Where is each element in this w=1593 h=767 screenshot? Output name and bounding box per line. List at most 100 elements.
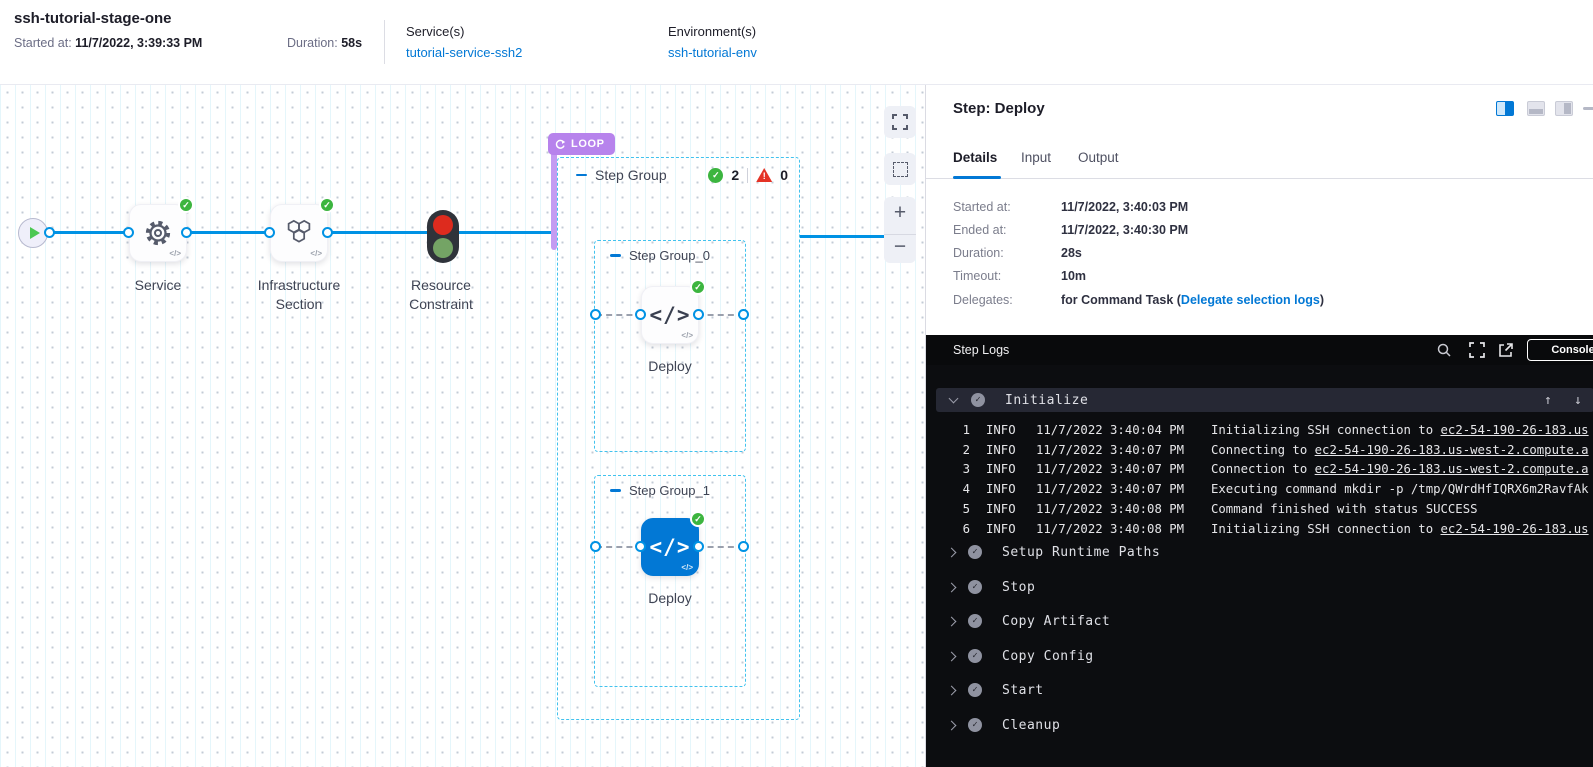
chevron-right-icon[interactable]: [947, 651, 957, 661]
edge-connector[interactable]: [635, 541, 646, 552]
log-host-link[interactable]: ec2-54-190-26-183.us-west-2.compute.a: [1315, 443, 1589, 457]
step-group-1-box[interactable]: [594, 475, 746, 687]
line-number: 4: [954, 482, 970, 496]
step-group-0-header[interactable]: Step Group_0: [610, 248, 710, 263]
edge-connector[interactable]: [590, 541, 601, 552]
detail-row-duration: Duration:28s: [953, 246, 1573, 260]
step-group-0-box[interactable]: [594, 240, 746, 452]
expand-logs-icon[interactable]: [1469, 342, 1485, 358]
chevron-right-icon[interactable]: [947, 582, 957, 592]
log-success-icon: ✓: [968, 683, 982, 697]
step-group-1-label: Step Group_1: [629, 483, 710, 498]
search-icon[interactable]: [1436, 342, 1452, 358]
edge-connector[interactable]: [590, 309, 601, 320]
edge-connector[interactable]: [738, 541, 749, 552]
log-group-copy-config[interactable]: ✓ Copy Config 4: [936, 644, 1593, 668]
line-number: 3: [954, 462, 970, 476]
collapse-minus-icon[interactable]: [610, 254, 621, 257]
node-label-infrastructure: Infrastructure Section: [239, 276, 359, 314]
scroll-down-icon[interactable]: ↓: [1574, 393, 1582, 408]
pipeline-graph-canvas[interactable]: ✓ </> Service ✓ </> Infrastructure Secti…: [0, 85, 925, 767]
chevron-right-icon[interactable]: [947, 685, 957, 695]
marquee-select-button[interactable]: [884, 153, 916, 185]
log-group-stop[interactable]: ✓ Stop 1: [936, 575, 1593, 599]
layout-bottom-view-button[interactable]: [1527, 101, 1545, 116]
log-group-cleanup[interactable]: ✓ Cleanup 1: [936, 713, 1593, 737]
stage-name: ssh-tutorial-stage-one: [14, 10, 172, 27]
chevron-right-icon[interactable]: [947, 720, 957, 730]
line-number: 5: [954, 502, 970, 516]
log-message: Initializing SSH connection to: [1211, 522, 1441, 536]
tab-input[interactable]: Input: [1021, 150, 1051, 165]
node-resource-constraint[interactable]: [427, 210, 459, 263]
log-message: Initializing SSH connection to: [1211, 423, 1441, 437]
success-count: 2: [731, 167, 739, 183]
edge-connector[interactable]: [693, 541, 704, 552]
log-host-link[interactable]: ec2-54-190-26-183.us: [1441, 522, 1589, 536]
stage-duration: Duration: 58s: [287, 36, 362, 50]
log-group-start[interactable]: ✓ Start 1: [936, 678, 1593, 702]
node-service[interactable]: ✓ </>: [129, 204, 187, 262]
chevron-right-icon[interactable]: [947, 547, 957, 557]
traffic-green-icon: [433, 238, 453, 258]
started-value: 11/7/2022, 3:39:33 PM: [75, 36, 202, 50]
console-view-button[interactable]: Console View: [1527, 339, 1593, 361]
detail-row-delegates: Delegates:for Command Task (Delegate sel…: [953, 293, 1573, 307]
log-group-name: Initialize: [1005, 393, 1088, 408]
step-group-header[interactable]: Step Group ✓ 2 0: [576, 167, 788, 183]
log-host-link[interactable]: ec2-54-190-26-183.us: [1441, 423, 1589, 437]
log-success-icon: ✓: [968, 614, 982, 628]
tab-output[interactable]: Output: [1078, 150, 1119, 165]
edge-connector[interactable]: [264, 227, 275, 238]
zoom-out-button[interactable]: −: [884, 234, 916, 259]
duration-label: Duration:: [287, 36, 341, 50]
detail-label: Ended at:: [953, 223, 1061, 237]
zoom-in-button[interactable]: +: [894, 201, 906, 225]
scroll-up-icon[interactable]: ↑: [1544, 393, 1552, 408]
log-group-copy-artifact[interactable]: ✓ Copy Artifact 6: [936, 609, 1593, 633]
chevron-down-icon[interactable]: [949, 394, 959, 404]
step-group-1-header[interactable]: Step Group_1: [610, 483, 710, 498]
detail-label: Duration:: [953, 246, 1061, 260]
detail-value: 11/7/2022, 3:40:03 PM: [1061, 200, 1188, 214]
success-check-icon: ✓: [178, 197, 194, 213]
edge-connector[interactable]: [693, 309, 704, 320]
log-group-setup-runtime-paths[interactable]: ✓ Setup Runtime Paths 1: [936, 540, 1593, 564]
log-line: 4 INFO 11/7/2022 3:40:07 PM Executing co…: [926, 482, 1593, 502]
minimize-icon[interactable]: [1583, 107, 1593, 110]
log-message: Command finished with status SUCCESS: [1211, 502, 1478, 516]
log-line: 2 INFO 11/7/2022 3:40:07 PM Connecting t…: [926, 443, 1593, 463]
tab-details[interactable]: Details: [953, 150, 997, 165]
node-label-resource-constraint: Resource Constraint: [386, 276, 496, 314]
edge-connector[interactable]: [738, 309, 749, 320]
edge-connector[interactable]: [181, 227, 192, 238]
code-mini-icon: </>: [169, 249, 181, 258]
fullscreen-canvas-button[interactable]: [884, 106, 916, 138]
active-tab-underline: [953, 176, 1001, 179]
open-external-icon[interactable]: [1498, 342, 1514, 358]
edge-connector[interactable]: [44, 227, 55, 238]
layout-split-view-button[interactable]: [1496, 101, 1514, 116]
log-group-initialize[interactable]: ✓ Initialize ↑ ↓ 6: [936, 388, 1593, 412]
count-divider: [747, 168, 748, 183]
node-label-deploy-1: Deploy: [610, 589, 730, 608]
node-infrastructure[interactable]: ✓ </>: [270, 204, 328, 262]
edge-connector[interactable]: [123, 227, 134, 238]
node-label-service: Service: [98, 276, 218, 295]
success-count-icon: ✓: [708, 168, 723, 183]
chevron-right-icon[interactable]: [947, 616, 957, 626]
collapse-minus-icon[interactable]: [576, 174, 587, 177]
service-link[interactable]: tutorial-service-ssh2: [406, 45, 522, 60]
node-deploy-1-selected[interactable]: ✓ </> </>: [641, 518, 699, 576]
collapse-minus-icon[interactable]: [610, 489, 621, 492]
layout-right-view-button[interactable]: [1555, 101, 1573, 116]
environment-link[interactable]: ssh-tutorial-env: [668, 45, 757, 60]
edge-connector[interactable]: [635, 309, 646, 320]
node-deploy-0[interactable]: ✓ </> </>: [641, 286, 699, 344]
log-host-link[interactable]: ec2-54-190-26-183.us-west-2.compute.a: [1315, 462, 1589, 476]
log-timestamp: 11/7/2022 3:40:08 PM: [1036, 502, 1184, 516]
delegate-selection-logs-link[interactable]: Delegate selection logs: [1181, 293, 1320, 307]
edge-connector[interactable]: [322, 227, 333, 238]
success-check-icon: ✓: [690, 279, 706, 295]
hexagons-icon: [284, 218, 314, 248]
